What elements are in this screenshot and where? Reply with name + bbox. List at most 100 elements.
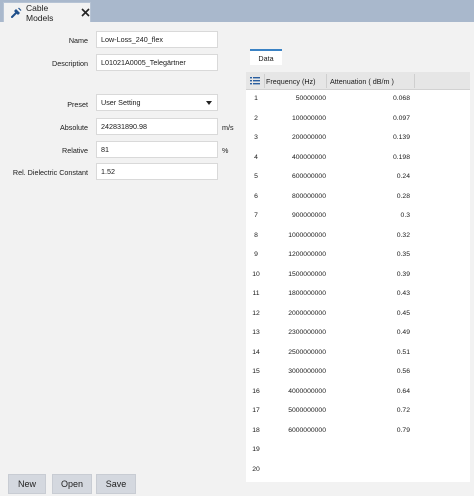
table-row[interactable]: 6 800000000 0.28: [246, 188, 470, 208]
frequency-cell[interactable]: 1800000000: [288, 290, 326, 297]
attenuation-cell[interactable]: 0.79: [397, 427, 410, 434]
tab-strip: Cable Models: [0, 0, 474, 23]
attenuation-cell[interactable]: 0.097: [393, 115, 410, 122]
table-row[interactable]: 7 900000000 0.3: [246, 207, 470, 227]
row-index: 13: [252, 329, 260, 336]
table-row[interactable]: 17 5000000000 0.72: [246, 402, 470, 422]
table-row[interactable]: 13 2300000000 0.49: [246, 324, 470, 344]
row-index: 12: [252, 309, 260, 317]
frequency-cell[interactable]: 100000000: [292, 115, 326, 122]
absolute-field[interactable]: 242831890.98: [96, 118, 218, 135]
relative-label: Relative: [62, 146, 88, 155]
frequency-cell[interactable]: 1200000000: [288, 251, 326, 258]
frequency-cell[interactable]: 600000000: [292, 173, 326, 180]
column-separator: [264, 74, 265, 88]
tab-cable-models[interactable]: Cable Models: [3, 2, 91, 23]
row-index: 15: [252, 368, 260, 375]
attenuation-cell[interactable]: 0.139: [393, 134, 410, 141]
row-index: 6: [254, 192, 258, 200]
table-row[interactable]: 5 600000000 0.24: [246, 168, 470, 188]
frequency-cell[interactable]: 1500000000: [288, 271, 326, 278]
frequency-cell[interactable]: 50000000: [296, 95, 326, 102]
tab-data[interactable]: Data: [250, 49, 282, 65]
frequency-cell[interactable]: 900000000: [292, 212, 326, 219]
row-index: 3: [254, 134, 258, 141]
attenuation-cell[interactable]: 0.3: [401, 212, 410, 219]
data-table: Frequency (Hz) Attenuation ( dB/m ) 1 500…: [246, 72, 470, 482]
close-icon[interactable]: [80, 8, 90, 18]
table-row[interactable]: 11 1800000000 0.43: [246, 285, 470, 305]
frequency-cell[interactable]: 3000000000: [288, 368, 326, 375]
table-row[interactable]: 4 400000000 0.198: [246, 149, 470, 169]
preset-label: Preset: [67, 100, 88, 109]
row-index: 19: [252, 446, 260, 453]
attenuation-cell[interactable]: 0.49: [397, 329, 410, 336]
table-row[interactable]: 9 1200000000 0.35: [246, 246, 470, 266]
table-row[interactable]: 18 6000000000 0.79: [246, 422, 470, 442]
attenuation-cell[interactable]: 0.72: [397, 407, 410, 414]
table-row[interactable]: 16 4000000000 0.64: [246, 383, 470, 403]
row-index: 16: [252, 387, 260, 395]
attenuation-cell[interactable]: 0.64: [397, 388, 410, 395]
open-button[interactable]: Open: [52, 474, 92, 494]
row-index: 4: [254, 153, 258, 161]
name-field[interactable]: Low-Loss_240_flex: [96, 31, 218, 48]
table-row[interactable]: 19: [246, 441, 470, 461]
table-header: Frequency (Hz) Attenuation ( dB/m ): [246, 72, 470, 90]
table-row[interactable]: 14 2500000000 0.51: [246, 344, 470, 364]
table-row[interactable]: 20: [246, 461, 470, 481]
frequency-cell[interactable]: 2000000000: [288, 310, 326, 317]
cable-icon: [10, 7, 22, 19]
attenuation-cell[interactable]: 0.198: [393, 154, 410, 161]
new-button[interactable]: New: [8, 474, 46, 494]
description-field[interactable]: L01021A0005_Telegärtner: [96, 54, 218, 71]
column-separator: [326, 74, 327, 88]
attenuation-cell[interactable]: 0.56: [397, 368, 410, 375]
dielectric-field[interactable]: 1.52: [96, 163, 218, 180]
dielectric-label: Rel. Dielectric Constant: [12, 168, 88, 177]
save-button[interactable]: Save: [96, 474, 136, 494]
attenuation-cell[interactable]: 0.068: [393, 95, 410, 102]
attenuation-cell[interactable]: 0.32: [397, 232, 410, 239]
row-index: 1: [254, 95, 258, 102]
table-row[interactable]: 12 2000000000 0.45: [246, 305, 470, 325]
attenuation-cell[interactable]: 0.24: [397, 173, 410, 180]
attenuation-column-header[interactable]: Attenuation ( dB/m ): [330, 77, 394, 86]
row-index: 17: [252, 407, 260, 414]
attenuation-cell[interactable]: 0.51: [397, 349, 410, 356]
row-index: 7: [254, 212, 258, 219]
attenuation-cell[interactable]: 0.35: [397, 251, 410, 258]
row-index: 14: [252, 348, 260, 356]
frequency-cell[interactable]: 4000000000: [288, 388, 326, 395]
attenuation-cell[interactable]: 0.45: [397, 310, 410, 317]
table-row[interactable]: 8 1000000000 0.32: [246, 227, 470, 247]
frequency-cell[interactable]: 6000000000: [288, 427, 326, 434]
frequency-cell[interactable]: 800000000: [292, 193, 326, 200]
frequency-column-header[interactable]: Frequency (Hz): [266, 77, 316, 86]
preset-value: User Setting: [101, 98, 141, 107]
name-label: Name: [68, 36, 88, 45]
relative-field[interactable]: 81: [96, 141, 218, 158]
row-index: 20: [252, 465, 260, 473]
table-row[interactable]: 10 1500000000 0.39: [246, 266, 470, 286]
list-icon[interactable]: [249, 75, 261, 87]
preset-select[interactable]: User Setting: [96, 94, 218, 111]
relative-unit: %: [222, 146, 229, 155]
frequency-cell[interactable]: 200000000: [292, 134, 326, 141]
description-label: Description: [52, 59, 88, 68]
frequency-cell[interactable]: 400000000: [292, 154, 326, 161]
table-row[interactable]: 3 200000000 0.139: [246, 129, 470, 149]
frequency-cell[interactable]: 1000000000: [288, 232, 326, 239]
absolute-unit: m/s: [222, 123, 234, 132]
table-row[interactable]: 15 3000000000 0.56: [246, 363, 470, 383]
frequency-cell[interactable]: 2300000000: [288, 329, 326, 336]
attenuation-cell[interactable]: 0.39: [397, 271, 410, 278]
chevron-down-icon: [206, 101, 212, 105]
table-row[interactable]: 2 100000000 0.097: [246, 110, 470, 130]
row-index: 5: [254, 173, 258, 180]
frequency-cell[interactable]: 5000000000: [288, 407, 326, 414]
attenuation-cell[interactable]: 0.43: [397, 290, 410, 297]
table-row[interactable]: 1 50000000 0.068: [246, 90, 470, 110]
frequency-cell[interactable]: 2500000000: [288, 349, 326, 356]
attenuation-cell[interactable]: 0.28: [397, 193, 410, 200]
